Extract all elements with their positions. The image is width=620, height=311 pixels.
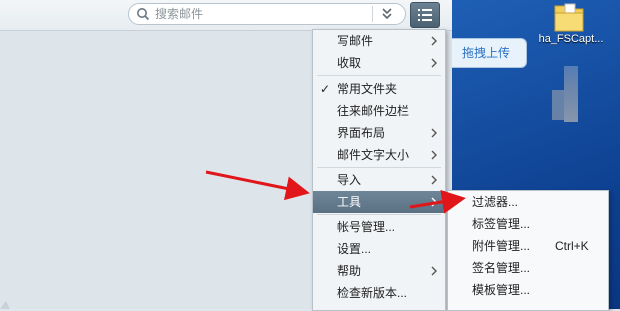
red-arrow-2 [409,189,466,214]
red-arrow-1 [205,170,310,201]
annotation-arrows [205,170,466,214]
